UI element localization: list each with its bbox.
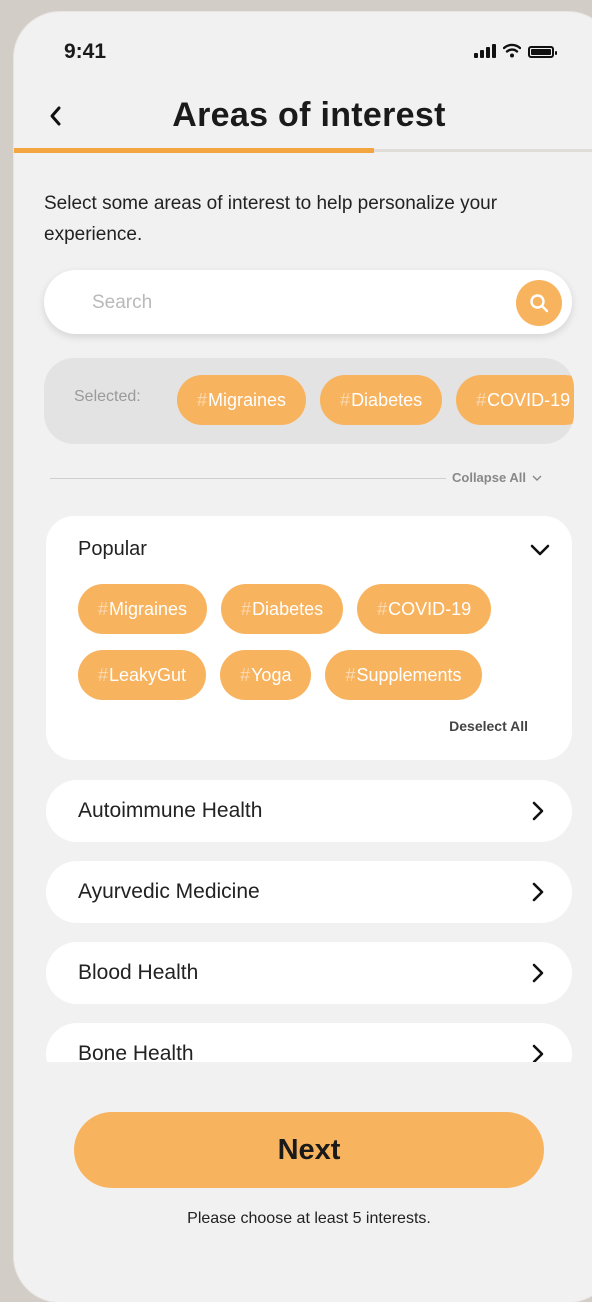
status-icons (474, 42, 557, 58)
popular-section: Popular # Migraines # Diabetes # COVID-19 #… (46, 516, 572, 760)
interest-chip[interactable]: # COVID-19 (357, 584, 492, 634)
selected-chip[interactable]: # COVID-19 (456, 375, 574, 425)
search-icon (530, 294, 549, 313)
chevron-down-icon (532, 475, 542, 481)
page-title: Areas of interest (172, 96, 446, 134)
popular-chips-row: # LeakyGut # Yoga # Supplements (78, 650, 482, 700)
category-row[interactable]: Ayurvedic Medicine (46, 861, 572, 923)
phone-screen: 9:41 Areas of interest Select some areas… (14, 12, 592, 1302)
selected-bar: Selected: # Migraines # Diabetes # COVID-19 (44, 358, 574, 444)
category-row[interactable]: Autoimmune Health (46, 780, 572, 842)
collapse-all-button[interactable]: Collapse All (452, 470, 542, 485)
selected-chip[interactable]: # Migraines (177, 375, 307, 425)
deselect-all-button[interactable]: Deselect All (449, 718, 528, 734)
interest-chip[interactable]: # Supplements (325, 650, 482, 700)
chevron-right-icon (532, 801, 544, 821)
signal-icon (474, 42, 496, 58)
next-button[interactable]: Next (74, 1112, 544, 1188)
category-row[interactable]: Blood Health (46, 942, 572, 1004)
search-input[interactable] (90, 270, 494, 336)
wifi-icon (503, 43, 521, 58)
category-label: Blood Health (78, 961, 199, 984)
selected-chip[interactable]: # Diabetes (320, 375, 443, 425)
interest-chip[interactable]: # Diabetes (221, 584, 344, 634)
interest-chip[interactable]: # LeakyGut (78, 650, 207, 700)
chevron-right-icon (532, 963, 544, 983)
battery-icon (528, 46, 557, 58)
selected-chips: # Migraines # Diabetes # COVID-19 (177, 375, 574, 425)
category-label: Autoimmune Health (78, 799, 263, 822)
category-label: Ayurvedic Medicine (78, 880, 260, 903)
divider (50, 478, 446, 479)
popular-title: Popular (78, 538, 147, 560)
intro-text: Select some areas of interest to help pe… (44, 193, 498, 245)
search-button[interactable] (516, 280, 562, 326)
status-time: 9:41 (64, 40, 107, 63)
chevron-down-icon[interactable] (528, 538, 552, 562)
interest-chip[interactable]: # Yoga (220, 650, 312, 700)
progress-bar (14, 148, 592, 153)
selected-label: Selected: (74, 388, 141, 405)
hint-text: Please choose at least 5 interests. (187, 1210, 431, 1227)
search-bar (44, 270, 572, 336)
popular-chips-row: # Migraines # Diabetes # COVID-19 (78, 584, 492, 634)
progress-fill (14, 148, 374, 153)
interest-chip[interactable]: # Migraines (78, 584, 208, 634)
chevron-right-icon (532, 882, 544, 902)
